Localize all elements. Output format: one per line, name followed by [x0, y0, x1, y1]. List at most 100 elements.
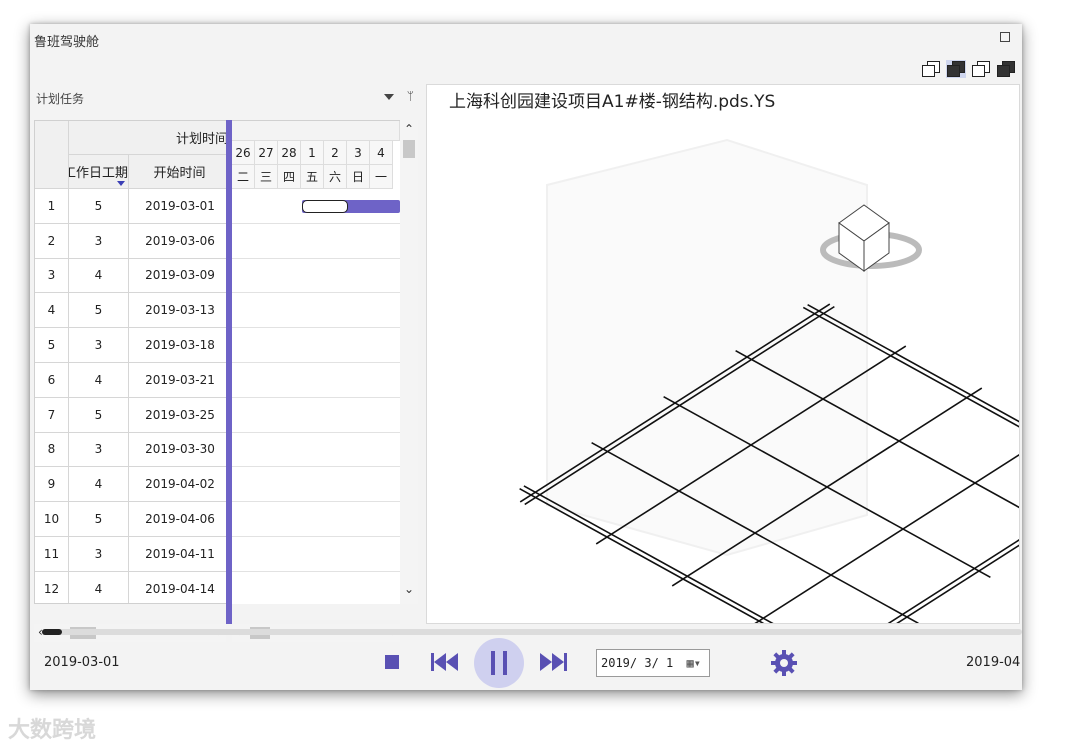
- gantt-row: [232, 398, 400, 433]
- table-row[interactable]: 3 4 2019-03-09: [35, 258, 229, 294]
- calendar-icon[interactable]: ▦▾: [687, 656, 701, 670]
- gantt-day-label: 2: [324, 141, 347, 165]
- gantt-day-label: 28: [278, 141, 301, 165]
- panel-title: 计划任务: [36, 92, 85, 106]
- timeline-end-date: 2019-04: [966, 655, 1021, 670]
- duration-cell: 3: [69, 537, 129, 571]
- table-row[interactable]: 5 3 2019-03-18: [35, 328, 229, 363]
- timeline-start-date: 2019-03-01: [44, 655, 120, 670]
- start-date-cell: 2019-04-02: [145, 477, 215, 492]
- start-date-cell: 2019-04-11: [145, 546, 215, 561]
- duration-cell: 5: [69, 189, 129, 223]
- gantt-day-label: 3: [347, 141, 370, 165]
- filled-layout-icon[interactable]: [946, 60, 966, 78]
- panel-header: 计划任务 ᛘ: [30, 84, 422, 110]
- scroll-down-icon[interactable]: ⌄: [404, 582, 414, 596]
- outline-layout-icon[interactable]: [971, 60, 991, 78]
- date-picker-value: 2019/ 3/ 1: [601, 656, 674, 670]
- gantt-progress-marker: [302, 200, 348, 213]
- table-row[interactable]: 9 4 2019-04-02: [35, 467, 229, 503]
- row-number: 12: [35, 571, 69, 603]
- table-row[interactable]: 4 5 2019-03-13: [35, 293, 229, 329]
- plan-time-group-header: 计划时间: [69, 121, 229, 155]
- duration-cell: 5: [69, 293, 129, 328]
- window-title: 鲁班驾驶舱: [34, 35, 100, 50]
- panel-dropdown-icon[interactable]: [384, 94, 394, 100]
- gantt-row: [232, 502, 400, 537]
- date-picker-input[interactable]: 2019/ 3/ 1 ▦▾: [596, 649, 710, 677]
- start-date-cell: 2019-03-18: [145, 338, 215, 353]
- pause-icon-bar-right: [503, 651, 507, 675]
- start-date-cell: 2019-03-21: [145, 372, 215, 387]
- duration-cell: 4: [69, 363, 129, 397]
- start-date-cell: 2019-04-14: [145, 581, 215, 596]
- duration-cell: 5: [69, 502, 129, 536]
- row-number: 3: [35, 258, 69, 293]
- sort-desc-icon[interactable]: [117, 181, 125, 186]
- gantt-weekday-label: 二: [232, 165, 255, 189]
- gantt-row: [232, 572, 400, 604]
- start-date-cell: 2019-03-13: [145, 303, 215, 318]
- cascade-layout-icon[interactable]: [921, 60, 941, 78]
- gantt-weekday-label: 五: [301, 165, 324, 189]
- gantt-row: [232, 467, 400, 503]
- row-number: 4: [35, 293, 69, 328]
- solid-cube-icon[interactable]: [996, 60, 1016, 78]
- gantt-row: [232, 328, 400, 363]
- pin-icon[interactable]: ᛘ: [407, 89, 414, 103]
- gantt-row: [232, 259, 400, 294]
- vertical-scroll-thumb[interactable]: [403, 140, 415, 158]
- table-row[interactable]: 11 3 2019-04-11: [35, 537, 229, 572]
- gantt-row: [232, 433, 400, 468]
- gantt-day-label: 26: [232, 141, 255, 165]
- gantt-day-label: 27: [255, 141, 278, 165]
- table-row[interactable]: 10 5 2019-04-06: [35, 502, 229, 537]
- gantt-month-header: [232, 121, 400, 141]
- gantt-row: [232, 363, 400, 398]
- gantt-weekday-label: 六: [324, 165, 347, 189]
- duration-cell: 3: [69, 223, 129, 258]
- start-date-cell: 2019-03-25: [145, 407, 215, 422]
- playback-bar: 2019-03-01 2019/ 3/ 1 ▦▾ 2019-04: [30, 635, 1022, 690]
- settings-gear-icon[interactable]: [770, 649, 798, 677]
- gantt-weekday-label: 一: [370, 165, 393, 189]
- restore-window-button[interactable]: [1000, 32, 1010, 42]
- duration-cell: 3: [69, 328, 129, 362]
- task-grid: 计划时间 工作日工期 开始时间 1 5 2019-03-01 2 3 2019-03-06…: [34, 120, 230, 604]
- watermark-logo: 大数跨境: [8, 712, 96, 744]
- row-number: 7: [35, 397, 69, 432]
- model-3d-viewport[interactable]: 上海科创园建设项目A1#楼-钢结构.pds.YS: [426, 84, 1020, 624]
- start-date-cell: 2019-03-30: [145, 442, 215, 457]
- duration-cell: 4: [69, 571, 129, 603]
- start-date-cell: 2019-03-09: [145, 268, 215, 283]
- skip-forward-button[interactable]: [538, 651, 568, 673]
- plan-task-panel: 计划任务 ᛘ 计划时间 工作日工期 开始时间 1 5 2019-03-01 2 3 201…: [30, 84, 422, 642]
- table-row[interactable]: 8 3 2019-03-30: [35, 432, 229, 468]
- title-bar: 鲁班驾驶舱: [30, 24, 1022, 54]
- gantt-row: [232, 224, 400, 259]
- watermark-text: 大数跨境: [8, 718, 97, 743]
- stop-button[interactable]: [385, 655, 399, 669]
- duration-cell: 5: [69, 397, 129, 432]
- table-row[interactable]: 7 5 2019-03-25: [35, 397, 229, 433]
- gantt-task-bar[interactable]: [302, 200, 400, 213]
- start-time-column-header[interactable]: 开始时间: [129, 155, 229, 189]
- skip-back-button[interactable]: [430, 651, 460, 673]
- vertical-scrollbar[interactable]: ⌃ ⌄: [400, 120, 418, 604]
- table-row[interactable]: 1 5 2019-03-01: [35, 189, 229, 224]
- layout-toolbar: [921, 60, 1016, 78]
- scroll-up-icon[interactable]: ⌃: [404, 122, 414, 136]
- table-row[interactable]: 12 4 2019-04-14: [35, 571, 229, 603]
- table-row[interactable]: 6 4 2019-03-21: [35, 363, 229, 398]
- gantt-row: [232, 293, 400, 329]
- gantt-weekday-label: 三: [255, 165, 278, 189]
- gantt-row: [232, 189, 400, 224]
- start-date-cell: 2019-03-06: [145, 233, 215, 248]
- duration-cell: 4: [69, 258, 129, 293]
- duration-cell: 3: [69, 432, 129, 467]
- table-row[interactable]: 2 3 2019-03-06: [35, 223, 229, 259]
- pause-button[interactable]: [474, 638, 524, 688]
- duration-cell: 4: [69, 467, 129, 502]
- row-number: 10: [35, 502, 69, 536]
- row-number-header: [35, 121, 69, 189]
